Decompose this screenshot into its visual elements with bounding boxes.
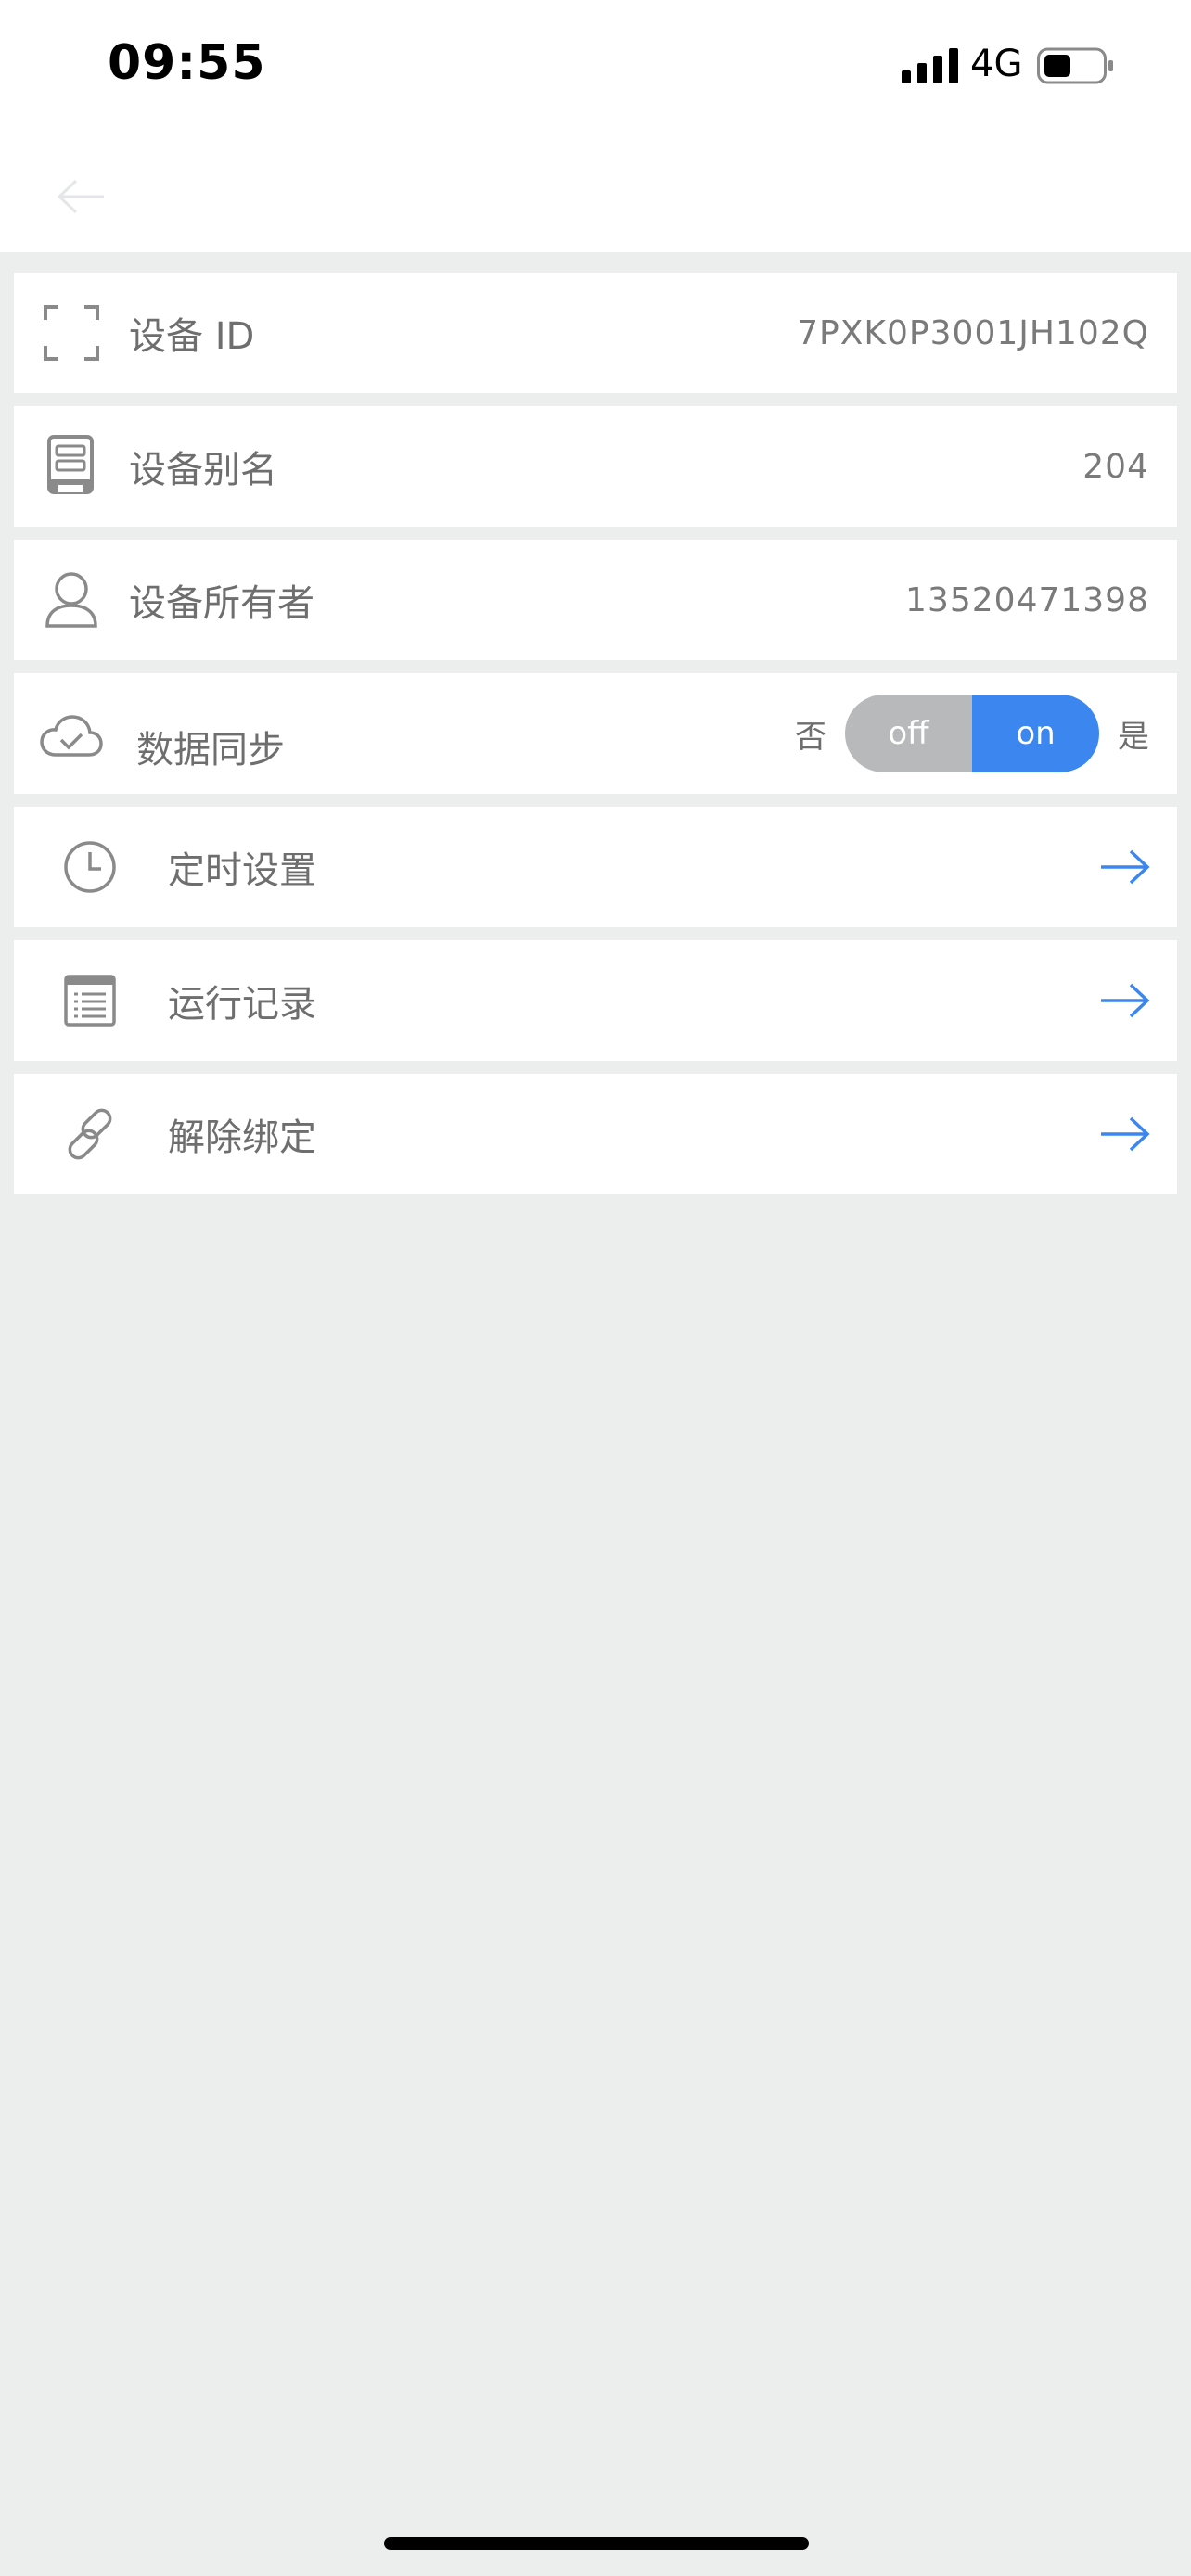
user-icon [42, 570, 101, 630]
toggle-on-segment[interactable]: on [972, 695, 1099, 772]
scan-frame-icon [42, 303, 101, 363]
network-type: 4G [970, 43, 1023, 85]
run-log-label: 运行记录 [168, 983, 316, 1026]
home-indicator[interactable] [384, 2537, 809, 2550]
data-sync-toggle-group: 否 off on 是 [795, 694, 1149, 773]
device-owner-value: 13520471398 [905, 580, 1149, 619]
link-icon [60, 1104, 120, 1164]
toggle-off-segment[interactable]: off [845, 695, 972, 772]
device-alias-label: 设备别名 [129, 449, 277, 491]
nav-bar [0, 139, 1191, 252]
signal-icon [902, 48, 958, 83]
device-owner-row: 设备所有者 13520471398 [14, 540, 1177, 660]
data-sync-row: 数据同步 否 off on 是 [14, 673, 1177, 794]
data-sync-label: 数据同步 [136, 729, 285, 772]
status-bar: 09:55 4G [0, 0, 1191, 139]
toggle-no-label: 否 [795, 718, 826, 756]
arrow-right-icon [1101, 849, 1150, 885]
back-arrow-icon [57, 179, 104, 214]
status-time: 09:55 [108, 35, 266, 91]
toggle-yes-label: 是 [1118, 718, 1149, 756]
arrow-right-icon [1101, 1116, 1150, 1152]
device-settings-list: 设备 ID 7PXK0P3001JH102Q 设备别名 204 设备所有者 13… [14, 273, 1177, 1207]
timer-settings-row[interactable]: 定时设置 [14, 807, 1177, 927]
back-button[interactable] [45, 159, 119, 234]
device-icon [42, 435, 101, 496]
device-id-label: 设备 ID [129, 315, 255, 358]
log-list-icon [60, 971, 120, 1030]
device-id-value: 7PXK0P3001JH102Q [797, 313, 1149, 352]
device-alias-value: 204 [1082, 447, 1149, 486]
run-log-row[interactable]: 运行记录 [14, 940, 1177, 1061]
clock-icon [60, 837, 120, 897]
unbind-row[interactable]: 解除绑定 [14, 1074, 1177, 1194]
cloud-check-icon [38, 707, 105, 766]
device-owner-label: 设备所有者 [129, 582, 314, 625]
timer-settings-label: 定时设置 [168, 849, 316, 892]
unbind-label: 解除绑定 [168, 1116, 316, 1159]
battery-icon [1037, 47, 1113, 84]
data-sync-toggle[interactable]: off on [845, 695, 1099, 772]
device-alias-row[interactable]: 设备别名 204 [14, 406, 1177, 527]
device-id-row: 设备 ID 7PXK0P3001JH102Q [14, 273, 1177, 393]
arrow-right-icon [1101, 983, 1150, 1018]
